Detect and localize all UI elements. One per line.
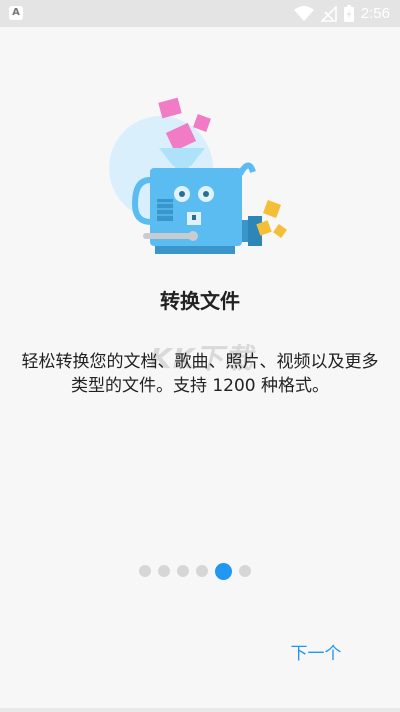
battery-icon	[343, 5, 354, 22]
page-dot[interactable]	[158, 565, 170, 577]
file-converter-machine-illustration	[105, 94, 305, 264]
page-dot[interactable]	[196, 565, 208, 577]
onboarding-description: 轻松转换您的文档、歌曲、照片、视频以及更多类型的文件。支持 1200 种格式。	[21, 352, 379, 396]
page-indicator	[139, 560, 258, 582]
onboarding-title: 转换文件	[160, 289, 240, 313]
page-dot[interactable]	[139, 565, 151, 577]
status-icons: 2:56	[293, 0, 390, 27]
page-dot-active[interactable]	[215, 562, 232, 580]
status-time: 2:56	[360, 5, 390, 22]
app-badge-icon: A	[9, 6, 23, 20]
next-button[interactable]: 下一个	[280, 640, 352, 668]
signal-off-icon	[320, 5, 337, 22]
wifi-icon	[293, 5, 314, 21]
page-dot[interactable]	[239, 565, 251, 577]
status-bar: A 2:56	[0, 0, 400, 27]
page-dot[interactable]	[177, 565, 189, 577]
navigation-bar	[0, 708, 400, 712]
